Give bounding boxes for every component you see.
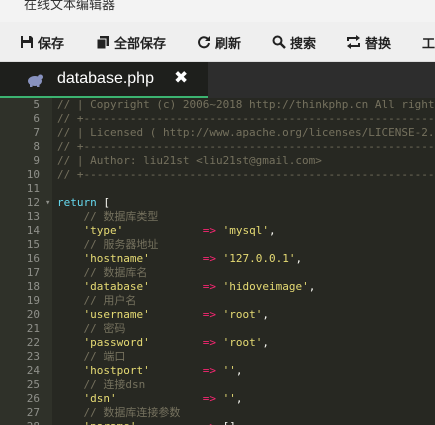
line-number: 20 [26,308,40,321]
toolbar: 保存 全部保存 刷新 搜索 替换 工 [0,22,435,62]
line-number: 21 [26,322,40,335]
more-label: 工 [422,35,435,51]
window-titlebar: 在线文本编辑器 [0,0,435,22]
line-number: 18 [26,280,40,293]
code-line[interactable]: // +------------------------------------… [57,140,435,154]
code-line[interactable]: // 用户名 [57,294,136,308]
line-number: 14 [26,224,40,237]
refresh-icon [198,36,210,49]
search-icon [272,35,286,49]
line-number: 12 [26,196,40,209]
code-line[interactable]: 'hostport' => '', [57,364,243,378]
code-line[interactable]: // +------------------------------------… [57,168,435,182]
tab-bar: database.php ✖ [0,62,435,98]
code-line[interactable]: // | Licensed ( http://www.apache.org/li… [57,126,435,140]
code-line[interactable]: 'hostname' => '127.0.0.1', [57,252,303,266]
code-line[interactable]: // +------------------------------------… [57,112,435,126]
floppy-disk-icon [21,36,33,48]
code-editor[interactable]: 5 // | Copyright (c) 2006~2018 http://thi… [0,98,435,425]
line-number: 15 [26,238,40,251]
code-line[interactable]: // 端口 [57,350,125,364]
code-line[interactable]: // | Author: liu21st <liu21st@gmail.com> [57,154,322,168]
code-line[interactable]: 'username' => 'root', [57,308,269,322]
code-line[interactable]: return [ [57,196,110,210]
save-all-label: 全部保存 [114,35,167,51]
line-number: 25 [26,378,40,391]
line-number: 22 [26,336,40,349]
code-line[interactable]: 'type' => 'mysql', [57,224,276,238]
code-line[interactable]: 'params' => [], [57,420,243,425]
code-line[interactable]: // 连接dsn [57,378,145,392]
replace-label: 替换 [365,35,392,51]
tab-filename: database.php [57,70,154,87]
line-number: 9 [33,154,40,167]
code-line[interactable]: // | Copyright (c) 2006~2018 http://thin… [57,98,435,112]
replace-button[interactable]: 替换 [346,22,392,61]
copy-icon [96,36,109,49]
line-number: 19 [26,294,40,307]
line-number: 8 [33,140,40,153]
code-line[interactable]: 'password' => 'root', [57,336,269,350]
code-line[interactable]: // 服务器地址 [57,238,158,252]
php-file-icon [28,74,43,87]
code-line[interactable]: 'database' => 'hidoveimage', [57,280,316,294]
fold-toggle-icon[interactable]: ▾ [45,196,50,210]
line-number: 13 [26,210,40,223]
more-button[interactable]: 工 [422,22,435,61]
line-number: 10 [26,168,40,181]
refresh-label: 刷新 [215,35,242,51]
replace-icon [347,35,360,49]
code-line[interactable]: 'dsn' => '', [57,392,243,406]
line-number: 26 [26,392,40,405]
line-number: 23 [26,350,40,363]
save-all-button[interactable]: 全部保存 [96,22,167,61]
line-number: 28 [0,420,40,425]
save-button[interactable]: 保存 [20,22,65,61]
code-line[interactable]: // 数据库类型 [57,210,158,224]
search-label: 搜索 [290,35,317,51]
tab-database-php[interactable]: database.php ✖ [0,62,208,98]
line-number: 6 [33,112,40,125]
code-line[interactable]: // 数据库名 [57,266,147,280]
line-number: 27 [26,406,40,419]
refresh-button[interactable]: 刷新 [197,22,242,61]
code-line[interactable]: // 数据库连接参数 [57,406,180,420]
code-line[interactable]: // 密码 [57,322,125,336]
line-number: 24 [26,364,40,377]
line-number: 7 [33,126,40,139]
line-number: 11 [26,182,40,195]
search-button[interactable]: 搜索 [272,22,317,61]
close-icon[interactable]: ✖ [174,68,188,88]
line-number: 17 [26,266,40,279]
window-title: 在线文本编辑器 [24,0,116,12]
line-number: 5 [33,98,40,111]
save-label: 保存 [38,35,65,51]
line-number: 16 [26,252,40,265]
